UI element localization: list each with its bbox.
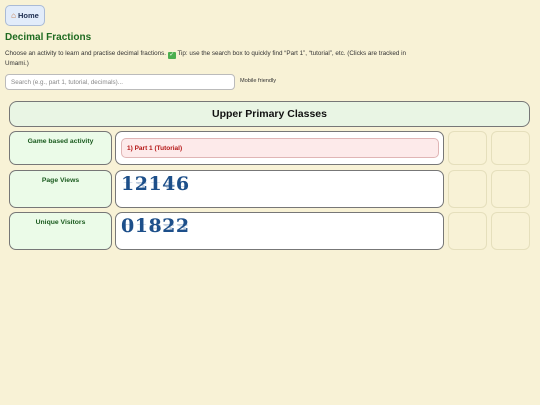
- unique-visitors-counter-reflection: 01822: [121, 221, 190, 234]
- empty-cell: [491, 131, 530, 165]
- unique-visitors-cell: 01822 01822: [115, 212, 444, 250]
- intro-text: Choose an activity to learn and practise…: [5, 49, 423, 68]
- empty-cell: [448, 131, 487, 165]
- row-label-game-activity: Game based activity: [9, 131, 112, 165]
- home-button[interactable]: ⌂ Home: [5, 5, 45, 26]
- row-label-unique-visitors: Unique Visitors: [9, 212, 112, 250]
- activity-part1-button[interactable]: 1) Part 1 (Tutorial): [121, 138, 439, 158]
- page-title: Decimal Fractions: [5, 32, 92, 43]
- page-views-cell: 12146 12146: [115, 170, 444, 208]
- mobile-friendly-label: Mobile friendly: [240, 78, 277, 84]
- section-header: Upper Primary Classes: [9, 101, 530, 127]
- row-label-page-views: Page Views: [9, 170, 112, 208]
- house-icon: ⌂: [11, 11, 16, 20]
- empty-cell: [491, 212, 530, 250]
- home-button-label: Home: [18, 11, 39, 20]
- page-views-counter-reflection: 12146: [121, 179, 190, 192]
- search-input[interactable]: [5, 74, 235, 90]
- empty-cell: [491, 170, 530, 208]
- intro-sentence: Choose an activity to learn and practise…: [5, 50, 167, 57]
- checkmark-icon: ✓: [167, 52, 176, 59]
- empty-cell: [448, 170, 487, 208]
- empty-cell: [448, 212, 487, 250]
- activity-cell: 1) Part 1 (Tutorial): [115, 131, 444, 165]
